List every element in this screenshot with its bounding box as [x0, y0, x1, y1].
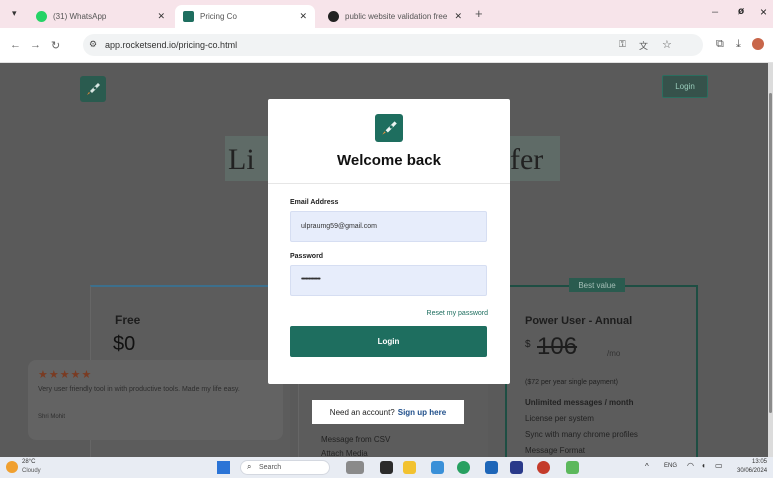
password-field[interactable]: •••••••••••••: [290, 265, 487, 296]
feature-item: License per system: [525, 414, 594, 423]
taskview-icon[interactable]: [346, 461, 364, 474]
feature-item: Attach Media: [321, 449, 368, 457]
testimonial-text: Very user friendly tool in with producti…: [38, 386, 240, 393]
rating-stars: ★★★★★: [38, 369, 93, 381]
app-icon[interactable]: [431, 461, 444, 474]
site-info-icon[interactable]: ⚙: [89, 39, 97, 50]
price-currency: $: [525, 339, 531, 350]
testimonial-card: ★★★★★ Very user friendly tool in with pr…: [28, 360, 283, 440]
whatsapp-icon: [36, 11, 47, 22]
modal-logo: [375, 114, 403, 142]
heading-left: Li: [228, 143, 255, 176]
weather-temp: 28°C: [22, 459, 36, 465]
feature-item: Message from CSV: [321, 435, 391, 444]
feature-item: Sync with many chrome profiles: [525, 430, 638, 439]
clock-date[interactable]: 30/06/2024: [737, 468, 767, 474]
battery-icon[interactable]: ▭: [715, 461, 723, 470]
signup-prefix: Need an account?: [329, 407, 395, 417]
tab-pricing[interactable]: Pricing Co ✕: [175, 5, 315, 28]
rocket-favicon-icon: [183, 11, 194, 22]
download-icon[interactable]: ⤓: [736, 38, 741, 51]
best-value-badge: Best value: [569, 278, 625, 292]
password-label: Password: [290, 253, 324, 260]
language-indicator[interactable]: ENG: [664, 463, 677, 469]
new-tab-button[interactable]: +: [475, 6, 483, 21]
restore-icon[interactable]: ø: [738, 6, 744, 17]
close-window-button[interactable]: ×: [760, 5, 767, 19]
address-toolbar: ← → ↻ ⚙ app.rocketsend.io/pricing-co.htm…: [0, 28, 773, 63]
tab-title: (31) WhatsApp: [53, 12, 107, 21]
photos-icon[interactable]: [566, 461, 579, 474]
media-icon[interactable]: [537, 461, 550, 474]
plan-name: Power User - Annual: [525, 315, 633, 327]
translate-icon[interactable]: 文: [639, 39, 648, 52]
store-icon[interactable]: [510, 461, 523, 474]
price-per: /mo: [607, 349, 621, 358]
browser-tab-bar: ▾ (31) WhatsApp ✕ Pricing Co ✕ public we…: [0, 0, 773, 28]
nav-login-button[interactable]: Login: [662, 75, 708, 98]
password-key-icon[interactable]: ⚿: [619, 39, 626, 50]
weather-icon[interactable]: [6, 461, 18, 473]
bookmark-star-icon[interactable]: ☆: [662, 38, 672, 51]
wifi-icon[interactable]: ◠: [687, 461, 694, 470]
taskbar-search[interactable]: ⌕ Search: [240, 460, 330, 475]
site-logo[interactable]: [80, 76, 106, 102]
windows-start-icon[interactable]: [217, 461, 230, 474]
plan-card-power-annual: Best value Power User - Annual $ 106 /mo…: [505, 278, 698, 457]
os-taskbar: 28°C Cloudy ⌕ Search ^ ENG ◠ ◖ ▭ 13:05 3…: [0, 457, 773, 478]
signup-prompt: Need an account? Sign up here: [312, 400, 464, 424]
profile-avatar[interactable]: [752, 38, 764, 50]
files-icon[interactable]: [403, 461, 416, 474]
minimize-button[interactable]: –: [712, 6, 718, 18]
close-tab-icon[interactable]: ✕: [299, 11, 307, 22]
tab-title: Pricing Co: [200, 12, 237, 21]
signup-link[interactable]: Sign up here: [398, 408, 446, 417]
chrome-icon[interactable]: [457, 461, 470, 474]
page-scrollbar[interactable]: [768, 63, 773, 457]
email-value: ulpraumg59@gmail.com: [301, 223, 377, 230]
search-placeholder: Search: [259, 464, 282, 471]
tab-title: public website validation free: [345, 12, 448, 21]
rocket-logo-icon: [382, 121, 397, 135]
search-icon: ⌕: [247, 462, 252, 471]
feature-item: Unlimited messages / month: [525, 398, 634, 407]
plan-price: $0: [113, 333, 136, 355]
url-bar[interactable]: ⚙ app.rocketsend.io/pricing-co.html ⚿ 文 …: [83, 34, 703, 56]
reset-password-link[interactable]: Reset my password: [427, 310, 488, 317]
chatgpt-icon: [328, 11, 339, 22]
plan-price: 106: [537, 333, 578, 360]
scrollbar-thumb[interactable]: [769, 93, 772, 413]
tray-chevron-icon[interactable]: ^: [645, 462, 649, 471]
url-text: app.rocketsend.io/pricing-co.html: [105, 40, 238, 50]
password-value: •••••••••••••: [301, 276, 321, 283]
heading-right: fer: [510, 143, 544, 176]
feature-list: Unlimited messages / month License per s…: [525, 395, 638, 457]
mail-icon[interactable]: [485, 461, 498, 474]
close-tab-icon[interactable]: ✕: [454, 11, 462, 22]
email-label: Email Address: [290, 199, 339, 206]
plan-name: Free: [115, 313, 141, 327]
login-modal: Welcome back Email Address ulpraumg59@gm…: [268, 99, 510, 384]
weather-desc: Cloudy: [22, 468, 41, 474]
explorer-icon[interactable]: [380, 461, 393, 474]
modal-title: Welcome back: [337, 152, 441, 169]
feature-list: Message from CSV Attach Media: [321, 433, 390, 457]
reload-icon[interactable]: ↻: [51, 39, 60, 52]
testimonial-author: Shri Mohit: [38, 414, 66, 420]
rocket-logo-icon: [87, 83, 100, 95]
clock-time[interactable]: 13:05: [752, 459, 767, 465]
forward-icon[interactable]: →: [30, 39, 41, 51]
volume-icon[interactable]: ◖: [701, 461, 706, 470]
tab-chatgpt[interactable]: public website validation free ✕: [320, 5, 470, 28]
feature-item: Message Format: [525, 446, 586, 455]
close-tab-icon[interactable]: ✕: [157, 11, 165, 22]
modal-divider: [268, 183, 510, 184]
email-field[interactable]: ulpraumg59@gmail.com: [290, 211, 487, 242]
login-button[interactable]: Login: [290, 326, 487, 357]
back-icon[interactable]: ←: [10, 39, 21, 51]
extensions-icon[interactable]: ⧉: [716, 38, 724, 51]
price-note: ($72 per year single payment): [525, 379, 618, 386]
tab-search-icon[interactable]: ▾: [12, 8, 17, 19]
tab-whatsapp[interactable]: (31) WhatsApp ✕: [28, 5, 173, 28]
